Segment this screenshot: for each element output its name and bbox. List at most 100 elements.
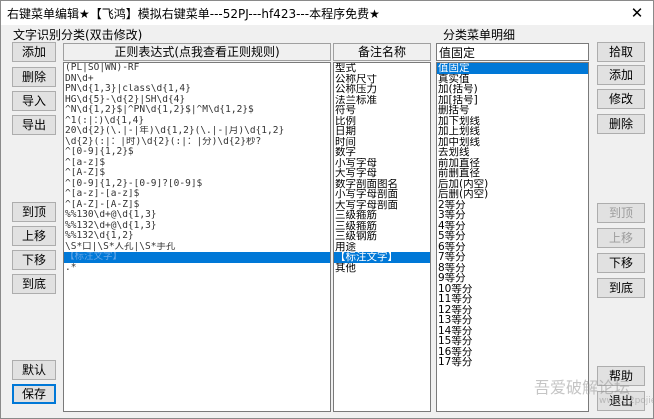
list-item[interactable]: 5等分 xyxy=(437,231,588,242)
list-item[interactable]: 加中划线 xyxy=(437,137,588,148)
list-item[interactable]: %%130\d+@\d{1,3} xyxy=(64,210,330,221)
list-item[interactable]: ^1(:|：)\d{1,4} xyxy=(64,116,330,127)
menu-item-input[interactable] xyxy=(436,43,589,61)
list-item[interactable]: 用途 xyxy=(334,242,430,253)
list-item[interactable]: 去划线 xyxy=(437,147,588,158)
list-item[interactable]: 6等分 xyxy=(437,242,588,253)
list-item[interactable]: 加[括号] xyxy=(437,95,588,106)
list-item[interactable]: 公称尺寸 xyxy=(334,74,430,85)
menu-items-list[interactable]: 值固定 真实值 加(括号) 加[括号] 删括号 加下划线 加上划线 加中划线 去划线 前加直径 前删… xyxy=(436,62,589,412)
list-item[interactable]: 数字 xyxy=(334,147,430,158)
list-item[interactable]: 2等分 xyxy=(437,200,588,211)
text-category-label: 文字识别分类(双击修改) xyxy=(13,28,143,42)
list-item[interactable]: 7等分 xyxy=(437,252,588,263)
list-item[interactable]: 前删直径 xyxy=(437,168,588,179)
list-item[interactable]: 加上划线 xyxy=(437,126,588,137)
list-item[interactable]: 小写字母 xyxy=(334,158,430,169)
list-item[interactable]: 型式 xyxy=(334,63,430,74)
list-item[interactable]: 【标注文字】 xyxy=(64,252,330,263)
menu-move-bottom-button[interactable]: 到底 xyxy=(597,278,645,298)
list-item[interactable]: PN\d{1,3}|class\d{1,4} xyxy=(64,84,330,95)
list-item[interactable]: (PL|SO|WN)-RF xyxy=(64,63,330,74)
list-item[interactable]: .* xyxy=(64,263,330,274)
list-item[interactable]: 加(括号) xyxy=(437,84,588,95)
add-category-button[interactable]: 添加 xyxy=(12,42,56,62)
watermark-text: 吾爱破解论坛 xyxy=(534,378,631,397)
list-item[interactable]: 【标注文字】 xyxy=(334,252,430,263)
close-icon[interactable]: ✕ xyxy=(627,3,647,23)
list-item[interactable]: 11等分 xyxy=(437,294,588,305)
list-item[interactable]: ^[0-9]{1,2}-[0-9]?[0-9]$ xyxy=(64,179,330,190)
regex-column-header[interactable]: 正则表达式(点我查看正则规则) xyxy=(63,43,331,61)
remark-column-header[interactable]: 备注名称 xyxy=(333,43,431,61)
list-item[interactable]: 8等分 xyxy=(437,263,588,274)
pick-button[interactable]: 拾取 xyxy=(597,42,645,62)
menu-move-top-button[interactable]: 到顶 xyxy=(597,203,645,223)
list-item[interactable]: %%132\d+@\d{1,3} xyxy=(64,221,330,232)
list-item[interactable]: 4等分 xyxy=(437,221,588,232)
list-item[interactable]: 加下划线 xyxy=(437,116,588,127)
list-item[interactable]: 三级箍筋 xyxy=(334,221,430,232)
list-item[interactable]: \S*口|\S*人孔|\S*手孔 xyxy=(64,242,330,253)
list-item[interactable]: 日期 xyxy=(334,126,430,137)
menu-move-up-button[interactable]: 上移 xyxy=(597,228,645,248)
list-item[interactable]: 后加(内空) xyxy=(437,179,588,190)
list-item[interactable]: 大写字母 xyxy=(334,168,430,179)
list-item[interactable]: 时间 xyxy=(334,137,430,148)
list-item[interactable]: 14等分 xyxy=(437,326,588,337)
list-item[interactable]: 后删(内空) xyxy=(437,189,588,200)
list-item[interactable]: ^[A-Z]-[A-Z]$ xyxy=(64,200,330,211)
list-item[interactable]: ^[a-z]-[a-z]$ xyxy=(64,189,330,200)
list-item[interactable]: ^[A-Z]$ xyxy=(64,168,330,179)
add-menu-item-button[interactable]: 添加 xyxy=(597,65,645,85)
list-item[interactable]: 公称压力 xyxy=(334,84,430,95)
list-item[interactable]: \d{2}(:|：|时)\d{2}(:|：|分)\d{2}秒? xyxy=(64,137,330,148)
list-item[interactable]: 20\d{2}(\.|-|年)\d{1,2}(\.|-|月)\d{1,2} xyxy=(64,126,330,137)
menu-move-down-button[interactable]: 下移 xyxy=(597,253,645,273)
list-item[interactable]: 法兰标准 xyxy=(334,95,430,106)
list-item[interactable]: 三级钢筋 xyxy=(334,231,430,242)
title-bar[interactable]: 右键菜单编辑★【飞鸿】模拟右键菜单---52PJ---hf423---本程序免费… xyxy=(1,1,653,25)
modify-button[interactable]: 修改 xyxy=(597,89,645,109)
list-item[interactable]: 大写字母剖面 xyxy=(334,200,430,211)
editor-window: 右键菜单编辑★【飞鸿】模拟右键菜单---52PJ---hf423---本程序免费… xyxy=(0,0,654,419)
category-menu-detail-label: 分类菜单明细 xyxy=(443,28,516,42)
list-item[interactable]: 12等分 xyxy=(437,305,588,316)
move-top-button[interactable]: 到顶 xyxy=(12,202,56,222)
list-item[interactable]: 9等分 xyxy=(437,273,588,284)
list-item[interactable]: 比例 xyxy=(334,116,430,127)
window-title: 右键菜单编辑★【飞鸿】模拟右键菜单---52PJ---hf423---本程序免费… xyxy=(7,7,380,21)
move-up-button[interactable]: 上移 xyxy=(12,226,56,246)
list-item[interactable]: 10等分 xyxy=(437,284,588,295)
list-item[interactable]: 17等分 xyxy=(437,357,588,368)
import-button[interactable]: 导入 xyxy=(12,91,56,111)
list-item[interactable]: 符号 xyxy=(334,105,430,116)
list-item[interactable]: 小写字母剖面 xyxy=(334,189,430,200)
default-button[interactable]: 默认 xyxy=(12,360,56,380)
delete-menu-item-button[interactable]: 删除 xyxy=(597,114,645,134)
list-item[interactable]: ^N\d{1,2}$|^PN\d{1,2}$|^M\d{1,2}$ xyxy=(64,105,330,116)
list-item[interactable]: HG\d{5}-\d{2}|SH\d{4} xyxy=(64,95,330,106)
move-bottom-button[interactable]: 到底 xyxy=(12,274,56,294)
list-item[interactable]: %%132\d{1,2} xyxy=(64,231,330,242)
list-item[interactable]: ^[a-z]$ xyxy=(64,158,330,169)
list-item[interactable]: 删括号 xyxy=(437,105,588,116)
regex-list[interactable]: (PL|SO|WN)-RF DN\d+ PN\d{1,3}|class\d{1,4}… xyxy=(63,62,331,412)
list-item[interactable]: 其他 xyxy=(334,263,430,274)
remark-list[interactable]: 型式 公称尺寸 公称压力 法兰标准 符号 比例 日期 时间 数字 小写字母 大写字母 数字剖面图名 小写… xyxy=(333,62,431,412)
move-down-button[interactable]: 下移 xyxy=(12,250,56,270)
delete-category-button[interactable]: 删除 xyxy=(12,67,56,87)
list-item[interactable]: 值固定 xyxy=(437,63,588,74)
list-item[interactable]: 真实值 xyxy=(437,74,588,85)
list-item[interactable]: DN\d+ xyxy=(64,74,330,85)
list-item[interactable]: 13等分 xyxy=(437,315,588,326)
list-item[interactable]: 16等分 xyxy=(437,347,588,358)
list-item[interactable]: 前加直径 xyxy=(437,158,588,169)
list-item[interactable]: 3等分 xyxy=(437,210,588,221)
list-item[interactable]: 三级箍筋 xyxy=(334,210,430,221)
list-item[interactable]: ^[0-9]{1,2}$ xyxy=(64,147,330,158)
save-button[interactable]: 保存 xyxy=(12,384,56,404)
export-button[interactable]: 导出 xyxy=(12,115,56,135)
list-item[interactable]: 15等分 xyxy=(437,336,588,347)
list-item[interactable]: 数字剖面图名 xyxy=(334,179,430,190)
